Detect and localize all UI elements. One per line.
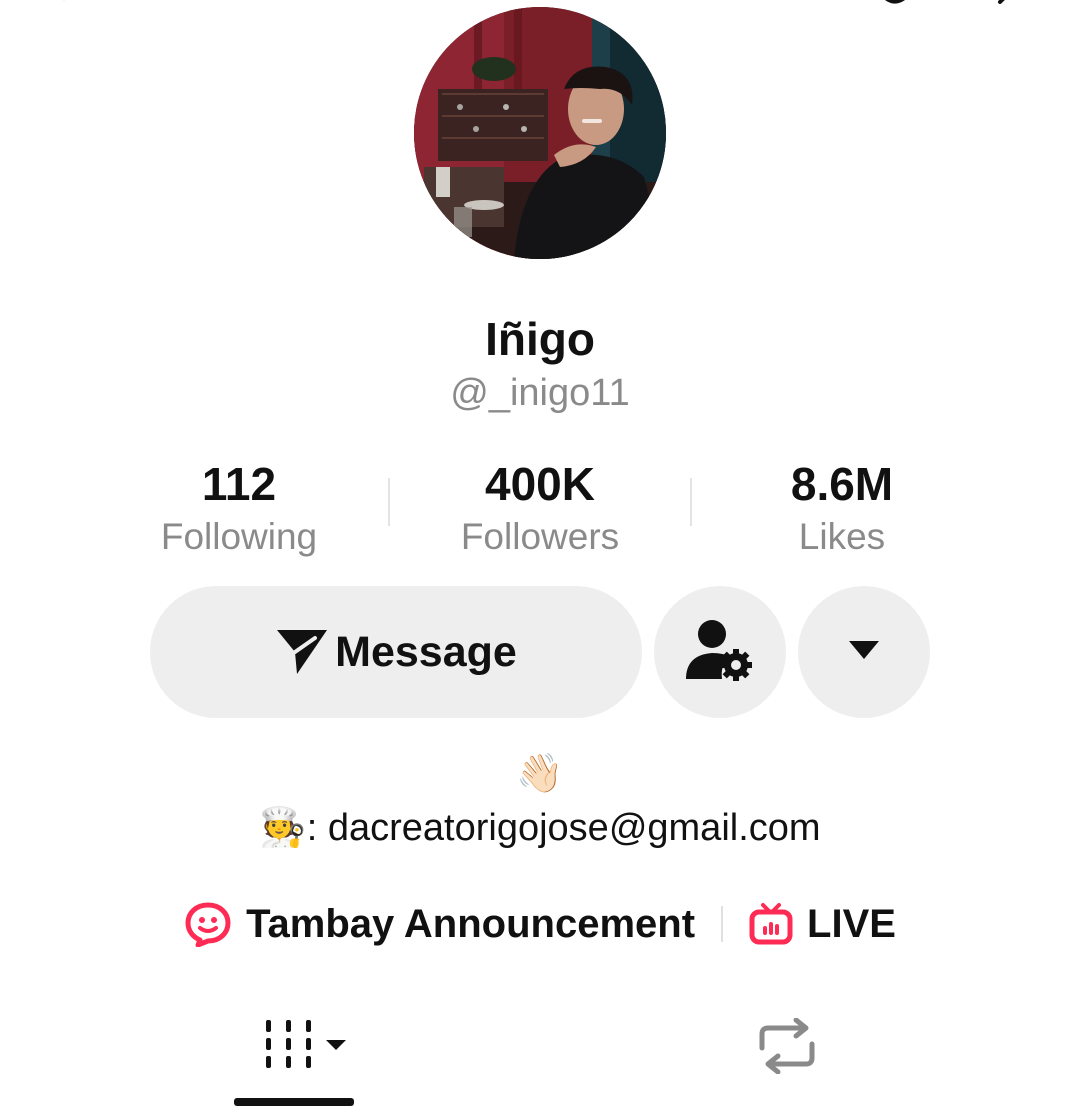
tab-videos[interactable] bbox=[262, 1018, 352, 1077]
stat-followers-label: Followers bbox=[460, 516, 620, 557]
live-link[interactable]: LIVE bbox=[749, 902, 896, 947]
chef-emoji-icon: 🧑‍🍳 bbox=[259, 807, 307, 849]
avatar-photo bbox=[414, 7, 666, 259]
announcement-link-label: Tambay Announcement bbox=[246, 901, 696, 946]
stat-likes-label: Likes bbox=[798, 516, 886, 557]
stat-following-value: 112 bbox=[201, 458, 277, 510]
more-options-button[interactable] bbox=[798, 586, 930, 718]
live-link-label: LIVE bbox=[807, 901, 896, 946]
share-icon[interactable] bbox=[996, 0, 1020, 15]
live-tv-icon bbox=[749, 902, 793, 946]
dropdown-triangle-icon bbox=[848, 640, 880, 665]
active-tab-indicator bbox=[234, 1098, 354, 1106]
stat-following-label: Following bbox=[160, 516, 318, 557]
add-friend-settings-button[interactable] bbox=[654, 586, 786, 718]
bio-contact-text: : dacreatorigojose@gmail.com bbox=[306, 806, 821, 849]
grid-icon bbox=[262, 1020, 352, 1076]
stat-followers[interactable]: 400K Followers bbox=[410, 458, 670, 560]
bio-contact-line: 🧑‍🍳 : dacreatorigojose@gmail.com bbox=[0, 806, 1080, 850]
message-button[interactable]: Message bbox=[150, 586, 642, 718]
stat-following[interactable]: 112 Following bbox=[109, 458, 369, 560]
message-button-label: Message bbox=[335, 627, 517, 676]
notification-icon[interactable] bbox=[880, 0, 910, 15]
stat-divider bbox=[388, 478, 390, 526]
bio-wave-emoji: 👋🏻 bbox=[516, 753, 564, 795]
repost-icon bbox=[754, 1017, 820, 1078]
avatar[interactable] bbox=[414, 7, 666, 259]
announcement-link[interactable]: Tambay Announcement bbox=[184, 901, 695, 947]
stat-likes-value: 8.6M bbox=[790, 458, 894, 510]
stat-likes[interactable]: 8.6M Likes bbox=[712, 458, 972, 560]
back-icon[interactable] bbox=[58, 0, 82, 15]
stat-followers-value: 400K bbox=[485, 458, 595, 510]
username-handle: @_inigo11 bbox=[450, 372, 630, 414]
send-icon bbox=[275, 624, 329, 681]
profile-links-row: Tambay Announcement LIVE bbox=[0, 894, 1080, 954]
link-divider bbox=[721, 906, 724, 942]
tab-reposts[interactable] bbox=[754, 1017, 820, 1079]
stat-divider bbox=[690, 478, 692, 526]
person-gear-icon bbox=[684, 617, 756, 688]
display-name: Iñigo bbox=[485, 313, 595, 365]
chat-bubble-icon bbox=[184, 901, 232, 947]
